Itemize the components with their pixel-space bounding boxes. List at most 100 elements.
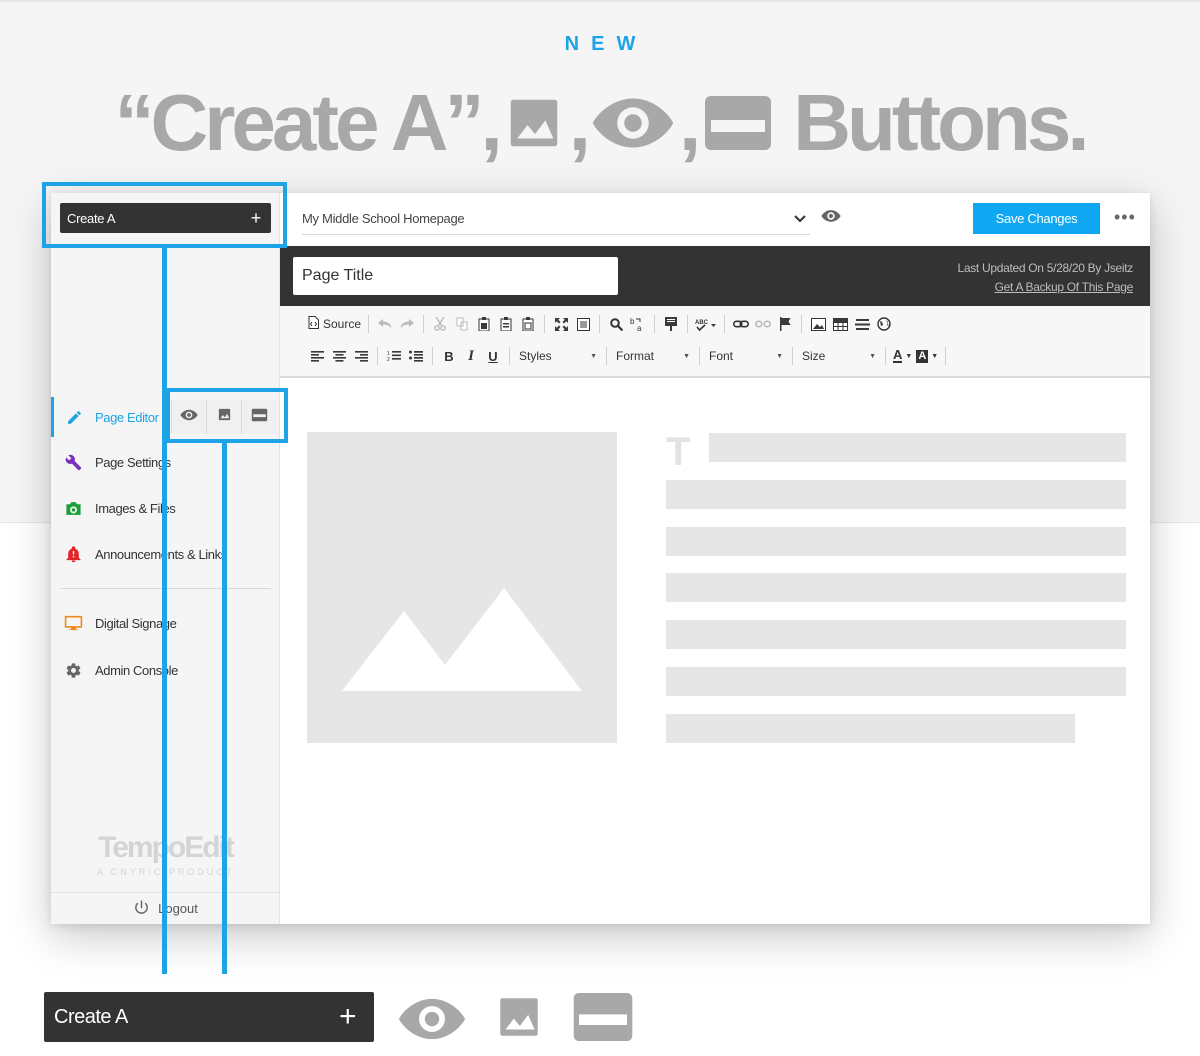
text-placeholder-line — [666, 714, 1075, 743]
toolbar-separator — [606, 347, 607, 365]
preview-doc-icon[interactable] — [572, 313, 594, 335]
power-icon — [133, 899, 150, 919]
toolbar-separator — [368, 315, 370, 333]
image-placeholder — [307, 432, 617, 743]
font-dropdown[interactable]: Font ▼ — [705, 345, 787, 367]
toolbar-separator — [544, 315, 546, 333]
template-icon[interactable] — [660, 313, 682, 335]
editor-canvas[interactable]: T — [280, 380, 1150, 924]
wrench-icon — [51, 454, 95, 471]
text-placeholder-line — [666, 480, 1126, 509]
toolbar-separator — [724, 315, 726, 333]
bell-alert-icon — [51, 545, 95, 563]
create-a-button-large: Create A + — [44, 992, 374, 1042]
unlink-icon[interactable] — [752, 313, 774, 335]
styles-dropdown[interactable]: Styles ▼ — [515, 345, 601, 367]
paste-icon[interactable] — [473, 313, 495, 335]
globe-icon[interactable] — [873, 313, 895, 335]
underline-button[interactable]: U — [482, 345, 504, 367]
size-dropdown[interactable]: Size ▼ — [798, 345, 880, 367]
save-changes-button[interactable]: Save Changes — [973, 203, 1100, 234]
eye-icon — [591, 92, 675, 154]
anchor-flag-icon[interactable] — [774, 313, 796, 335]
toolbar-separator — [654, 315, 656, 333]
toolbar-separator — [377, 347, 378, 365]
background-color-label: A — [916, 349, 929, 363]
background-color-button[interactable]: A ▼ — [914, 345, 940, 367]
cut-icon[interactable] — [429, 313, 451, 335]
page-select-dropdown[interactable]: My Middle School Homepage — [302, 203, 810, 235]
eye-icon[interactable] — [821, 209, 841, 228]
numbered-list-icon[interactable]: 12 — [383, 345, 405, 367]
bold-button[interactable]: B — [438, 345, 460, 367]
svg-text:b: b — [630, 317, 635, 326]
paste-word-icon[interactable] — [517, 313, 539, 335]
caret-down-icon: ▼ — [683, 352, 690, 360]
create-a-label: Create A — [54, 1005, 128, 1028]
heading-placeholder-bar — [709, 433, 1126, 462]
camera-icon — [51, 501, 95, 516]
bulleted-list-icon[interactable] — [405, 345, 427, 367]
source-button[interactable]: Source — [306, 313, 363, 335]
toolbar-separator — [687, 315, 689, 333]
text-color-label: A — [893, 347, 903, 363]
caret-down-icon: ▼ — [931, 352, 939, 360]
backup-link[interactable]: Get A Backup Of This Page — [957, 278, 1134, 297]
last-updated-info: Last Updated On 5/28/20 By Jseitz Get A … — [957, 259, 1133, 297]
align-right-icon[interactable] — [350, 345, 372, 367]
source-icon — [308, 316, 319, 332]
more-options-icon[interactable]: ••• — [1114, 207, 1136, 228]
toolbar-separator — [792, 347, 793, 365]
toolbar-row-1: Source ba ABC — [306, 311, 895, 337]
toolbar-separator — [801, 315, 803, 333]
format-label: Format — [616, 349, 655, 363]
banner-icon — [571, 990, 635, 1049]
text-placeholder-line — [666, 667, 1126, 696]
editor-topbar: My Middle School Homepage Save Changes •… — [280, 193, 1150, 246]
copy-icon[interactable] — [451, 313, 473, 335]
horizontal-rule-icon[interactable] — [851, 313, 873, 335]
undo-icon[interactable] — [374, 313, 396, 335]
pencil-icon — [54, 409, 95, 426]
find-icon[interactable] — [605, 313, 627, 335]
align-left-icon[interactable] — [306, 345, 328, 367]
maximize-icon[interactable] — [550, 313, 572, 335]
image-icon — [494, 992, 544, 1047]
toolbar-separator — [432, 347, 433, 365]
italic-button[interactable]: I — [460, 345, 482, 367]
redo-icon[interactable] — [396, 313, 418, 335]
size-label: Size — [802, 349, 826, 363]
page-title-bar: Page Title Last Updated On 5/28/20 By Js… — [280, 246, 1150, 306]
text-placeholder-letter: T — [666, 430, 690, 474]
image-icon — [503, 92, 565, 154]
headline-prefix: “Create A”, — [114, 78, 502, 167]
source-label: Source — [323, 317, 362, 331]
spellcheck-icon[interactable]: ABC — [693, 313, 719, 335]
sidebar-item-label: Announcements & Links — [95, 546, 227, 562]
sidebar-item-label: Page Settings — [95, 454, 171, 470]
hero-kicker: NEW — [564, 33, 648, 55]
replace-icon[interactable]: ba — [627, 313, 649, 335]
insert-image-icon[interactable] — [807, 313, 829, 335]
toolbar-separator — [509, 347, 510, 365]
table-icon[interactable] — [829, 313, 851, 335]
toolbar-separator — [423, 315, 425, 333]
link-icon[interactable] — [730, 313, 752, 335]
caret-down-icon: ▼ — [590, 352, 597, 360]
hero-headline: “Create A”, , , Buttons. — [0, 78, 1200, 168]
toolbar-separator — [699, 347, 700, 365]
rich-text-toolbar: Source ba ABC 1 2 B I U Styles ▼ Format … — [280, 306, 1150, 378]
font-label: Font — [709, 349, 734, 363]
text-placeholder-line — [666, 527, 1126, 556]
chevron-down-icon — [794, 211, 806, 226]
headline-suffix: Buttons. — [793, 78, 1089, 167]
caret-down-icon: ▼ — [905, 352, 913, 360]
last-updated-text: Last Updated On 5/28/20 By Jseitz — [957, 261, 1133, 275]
align-center-icon[interactable] — [328, 345, 350, 367]
toolbar-separator — [885, 347, 886, 365]
page-title-input[interactable]: Page Title — [293, 257, 618, 295]
paste-text-icon[interactable] — [495, 313, 517, 335]
text-color-button[interactable]: A ▼ — [891, 345, 914, 367]
caret-down-icon: ▼ — [869, 352, 876, 360]
format-dropdown[interactable]: Format ▼ — [612, 345, 694, 367]
